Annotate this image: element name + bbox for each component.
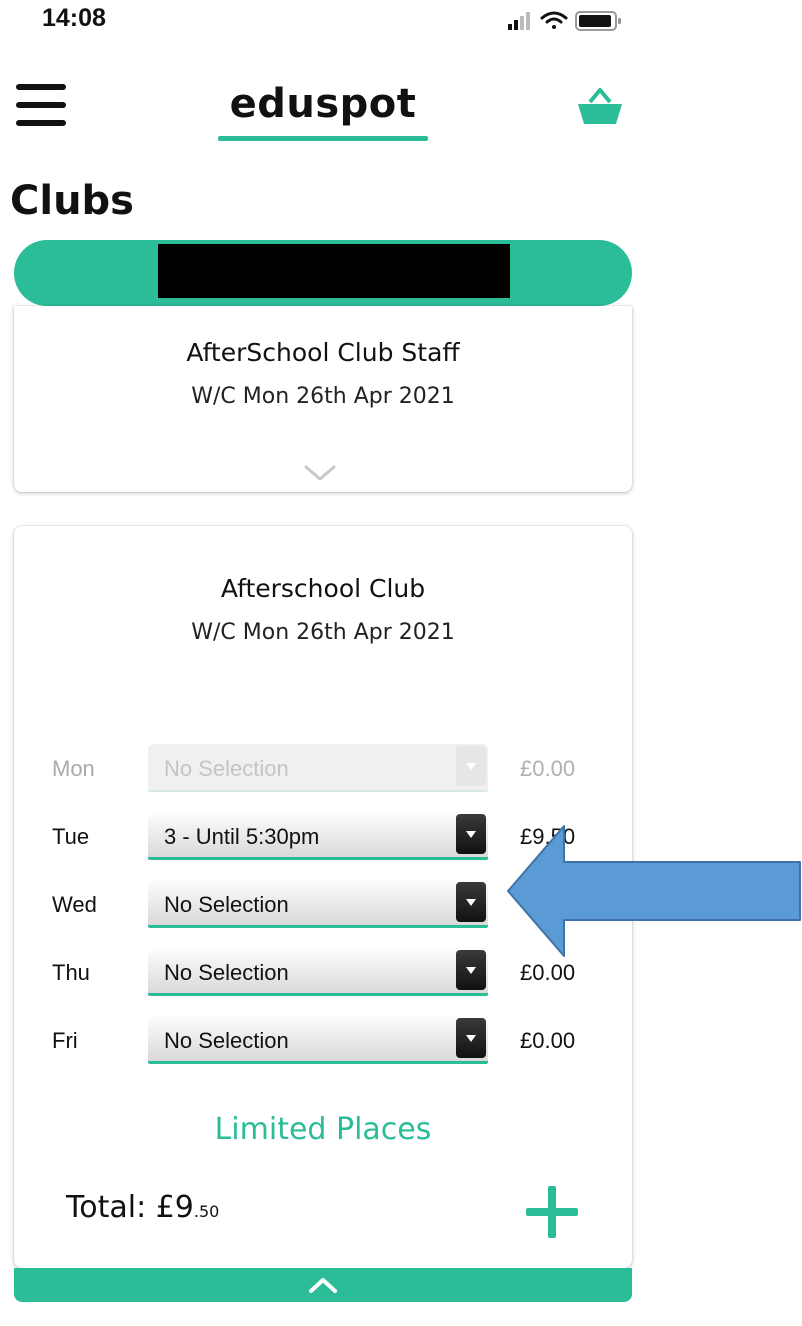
- redacted-name: [158, 244, 510, 298]
- total-pounds: Total: £9: [66, 1190, 194, 1225]
- select-value: 3 - Until 5:30pm: [164, 824, 320, 849]
- signal-icon: [508, 12, 530, 30]
- status-time: 14:08: [42, 4, 106, 32]
- club-week: W/C Mon 26th Apr 2021: [191, 384, 455, 409]
- status-icons: [508, 11, 621, 31]
- session-select-wed[interactable]: No Selection: [148, 880, 488, 928]
- page-title: Clubs: [10, 178, 134, 224]
- day-label-tue: Tue: [52, 824, 90, 849]
- club-week: W/C Mon 26th Apr 2021: [191, 620, 455, 645]
- total-label: Total: £9.50: [66, 1190, 219, 1225]
- select-value: No Selection: [164, 756, 289, 781]
- logo-underline: [218, 136, 428, 141]
- chevron-up-icon[interactable]: [306, 1276, 340, 1294]
- plus-icon[interactable]: [524, 1186, 580, 1238]
- total-pence: .50: [193, 1202, 220, 1221]
- select-value: No Selection: [164, 892, 289, 917]
- select-arrow-icon[interactable]: [456, 1018, 486, 1058]
- select-arrow-icon: [456, 746, 486, 786]
- select-value: No Selection: [164, 960, 289, 985]
- session-select-thu[interactable]: No Selection: [148, 948, 488, 996]
- basket-icon[interactable]: [576, 86, 624, 128]
- select-arrow-icon[interactable]: [456, 882, 486, 922]
- logo[interactable]: eduspot: [218, 80, 428, 142]
- session-select-tue[interactable]: 3 - Until 5:30pm: [148, 812, 488, 860]
- day-label-mon: Mon: [52, 756, 95, 781]
- logo-text: eduspot: [229, 81, 417, 127]
- day-label-wed: Wed: [52, 892, 97, 917]
- availability-label: Limited Places: [214, 1112, 432, 1147]
- day-price-mon: £0.00: [520, 756, 576, 781]
- select-arrow-icon[interactable]: [456, 814, 486, 854]
- chevron-down-icon[interactable]: [300, 462, 340, 484]
- day-label-thu: Thu: [52, 960, 90, 985]
- select-value: No Selection: [164, 1028, 289, 1053]
- day-price-fri: £0.00: [520, 1028, 576, 1053]
- session-select-fri[interactable]: No Selection: [148, 1016, 488, 1064]
- club-title: Afterschool Club: [220, 574, 426, 603]
- day-price-thu: £0.00: [520, 960, 576, 985]
- day-label-fri: Fri: [52, 1028, 78, 1053]
- session-select-mon: No Selection: [148, 744, 488, 792]
- select-arrow-icon[interactable]: [456, 950, 486, 990]
- wifi-icon: [540, 11, 568, 29]
- battery-icon: [575, 11, 621, 31]
- annotation-arrow: [507, 825, 801, 957]
- club-title: AfterSchool Club Staff: [186, 338, 460, 367]
- menu-icon[interactable]: [16, 84, 70, 130]
